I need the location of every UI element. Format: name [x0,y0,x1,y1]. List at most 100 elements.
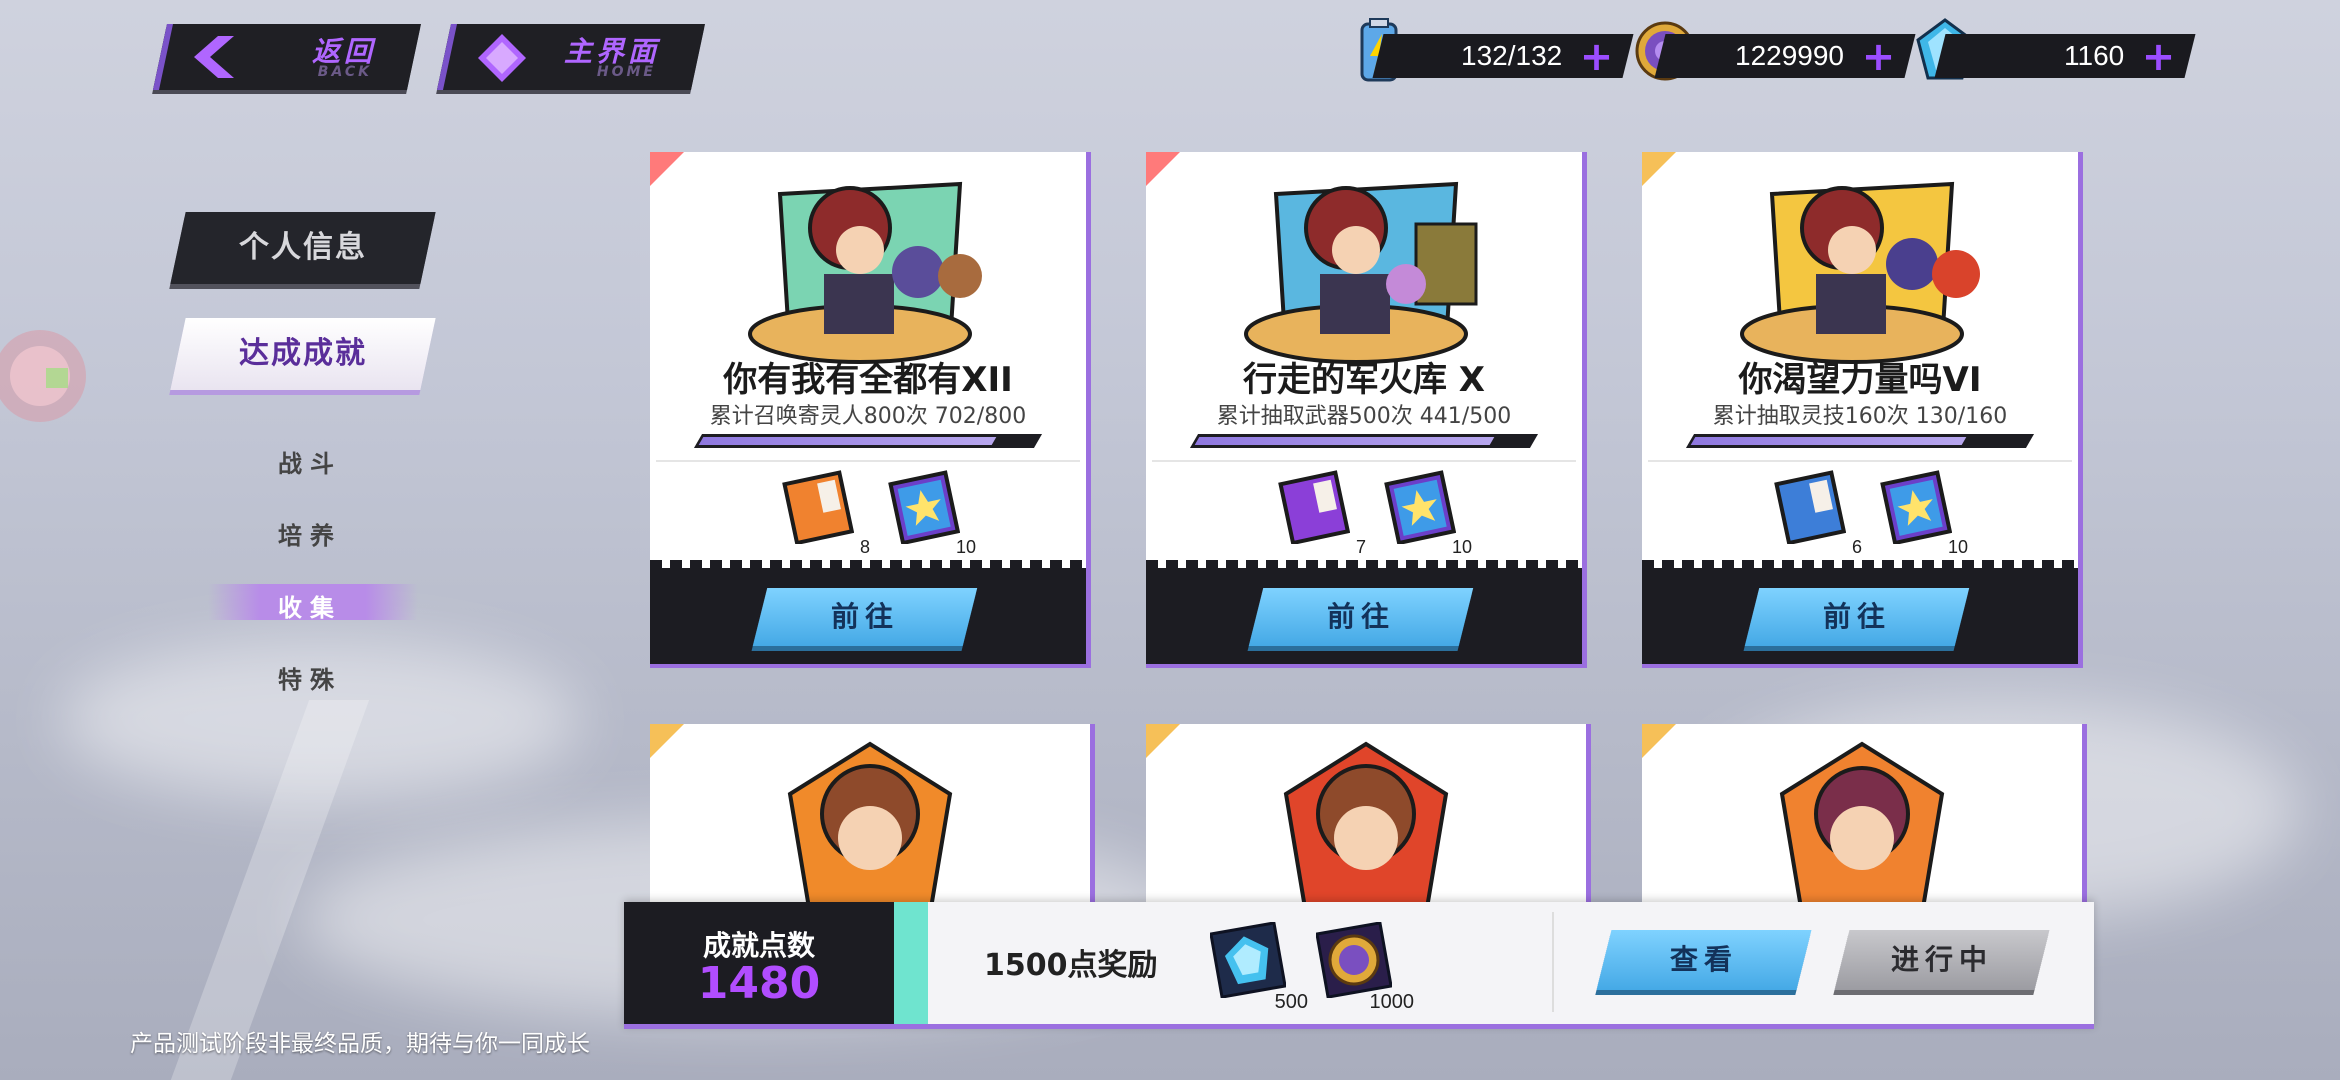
progress-bar-fill [698,437,997,445]
reward-item[interactable]: 8 [780,470,870,557]
card-footer: 前往 [1146,560,1587,668]
progress-bar-fill [1690,437,1967,445]
achievement-card: 行走的军火库 X 累计抽取武器500次 441/500 7 10 前往 [1146,152,1587,668]
blue-star-card-icon [888,470,961,546]
gold-value: 1229990 [1734,40,1844,71]
crystal-value: 1160 [2063,40,2124,71]
reward-count: 6 [1851,537,1862,557]
milestone-reward-label: 1500点奖励 [984,948,1158,983]
achievement-card: 你渴望力量吗VI 累计抽取灵技160次 130/160 6 10 前往 [1642,152,2083,668]
card-footer: 前往 [650,560,1091,668]
go-button[interactable]: 前往 [1744,588,1970,646]
achievement-points-panel: 成就点数 1480 1500点奖励 500 1000 查看 进行中 [624,902,2094,1029]
achievement-card-partial [1642,724,2087,914]
menu-achievements-label: 达成成就 [239,336,367,371]
go-button-label: 前往 [1822,600,1891,633]
achievement-card-partial [1146,724,1591,914]
card-description-text: 累计抽取武器500次 [1216,404,1413,429]
card-body: 你有我有全都有XII 累计召唤寄灵人800次 702/800 8 10 [650,152,1091,568]
card-title: 行走的军火库 X [1242,360,1486,400]
go-button[interactable]: 前往 [1248,588,1474,646]
card-divider [1152,460,1576,462]
card-corner-tag [1146,152,1180,186]
home-label-en: HOME [596,64,656,80]
progress-bar [1189,434,1539,448]
points-accent-stripe [894,902,928,1024]
milestone-reward-item[interactable]: 500 [1209,921,1308,1013]
card-footer: 前往 [1642,560,2083,668]
view-button-label: 查看 [1669,943,1738,976]
card-title: 你渴望力量吗VI [1738,360,1982,400]
reward-item[interactable]: 10 [886,470,976,557]
add-energy-button[interactable]: + [1580,34,1614,80]
character-art-icon [787,741,953,914]
reward-item[interactable]: 7 [1276,470,1366,557]
card-corner-tag [650,152,684,186]
gold-counter[interactable]: 1229990 + [1654,34,1916,80]
card-divider [656,460,1080,462]
go-button-label: 前往 [830,600,899,633]
reward-item[interactable]: 10 [1878,470,1968,557]
card-description-text: 累计抽取灵技160次 [1712,404,1909,429]
mascot-badge-icon [0,330,86,422]
reward-count: 8 [859,537,870,557]
blue-crystal-icon [1209,921,1287,999]
chevron-left-icon [194,36,234,78]
back-button[interactable]: 返回 BACK [152,24,422,90]
achievement-card: 你有我有全都有XII 累计召唤寄灵人800次 702/800 8 10 前往 [650,152,1091,668]
menu-achievements[interactable]: 达成成就 [170,318,436,390]
add-gold-button[interactable]: + [1862,34,1896,80]
reward-item[interactable]: 10 [1382,470,1472,557]
points-box: 成就点数 1480 [624,902,924,1024]
soul-contract-card-icon [782,470,855,546]
home-button[interactable]: 主界面 HOME [436,24,706,90]
reward-count: 10 [1947,537,1968,557]
progress-bar [693,434,1043,448]
sub-menu-special[interactable]: 特殊 [278,660,342,695]
sub-menu-battle[interactable]: 战斗 [278,444,342,479]
energy-value: 132/132 [1460,40,1562,71]
card-description: 累计召唤寄灵人800次 702/800 [650,398,1086,430]
diamond-home-icon [478,34,526,82]
card-divider [1648,460,2072,462]
card-description: 累计抽取灵技160次 130/160 [1642,398,2078,430]
card-description-text: 累计召唤寄灵人800次 [709,404,928,429]
milestone-reward-item[interactable]: 1000 [1315,921,1414,1013]
in-progress-button[interactable]: 进行中 [1834,930,2050,990]
card-body: 行走的军火库 X 累计抽取武器500次 441/500 7 10 [1146,152,1587,568]
points-value: 1480 [697,958,821,1009]
add-crystal-button[interactable]: + [2142,34,2176,80]
weapon-ticket-card-icon [1278,470,1351,546]
reward-item[interactable]: 6 [1772,470,1862,557]
card-corner-tag [1146,724,1180,758]
gold-coin-icon [1315,921,1393,999]
blue-star-card-icon [1384,470,1457,546]
menu-personal-info[interactable]: 个人信息 [170,212,436,284]
card-corner-tag [1642,152,1676,186]
go-button[interactable]: 前往 [752,588,978,646]
reward-count: 500 [1274,991,1308,1013]
progress-bar-fill [1194,437,1495,445]
reward-count: 7 [1355,537,1366,557]
sub-menu-collect[interactable]: 收集 [278,588,342,623]
progress-bar [1685,434,2035,448]
achievement-card-partial [650,724,1095,914]
skill-ticket-card-icon [1774,470,1847,546]
card-title: 你有我有全都有XII [723,360,1013,400]
card-corner-tag [1642,724,1676,758]
back-label-en: BACK [317,64,372,80]
reward-count: 10 [955,537,976,557]
crystal-counter[interactable]: 1160 + [1934,34,2196,80]
view-button[interactable]: 查看 [1596,930,1812,990]
energy-counter[interactable]: 132/132 + [1372,34,1634,80]
sub-menu-cultivate[interactable]: 培养 [278,516,342,551]
card-progress-text: 441/500 [1419,404,1512,429]
in-progress-label: 进行中 [1890,943,1993,976]
character-art-icon [1283,741,1449,914]
card-body: 你渴望力量吗VI 累计抽取灵技160次 130/160 6 10 [1642,152,2083,568]
card-description: 累计抽取武器500次 441/500 [1146,398,1582,430]
card-progress-text: 702/800 [934,404,1027,429]
menu-personal-info-label: 个人信息 [239,230,367,265]
reward-count: 10 [1451,537,1472,557]
card-corner-tag [650,724,684,758]
